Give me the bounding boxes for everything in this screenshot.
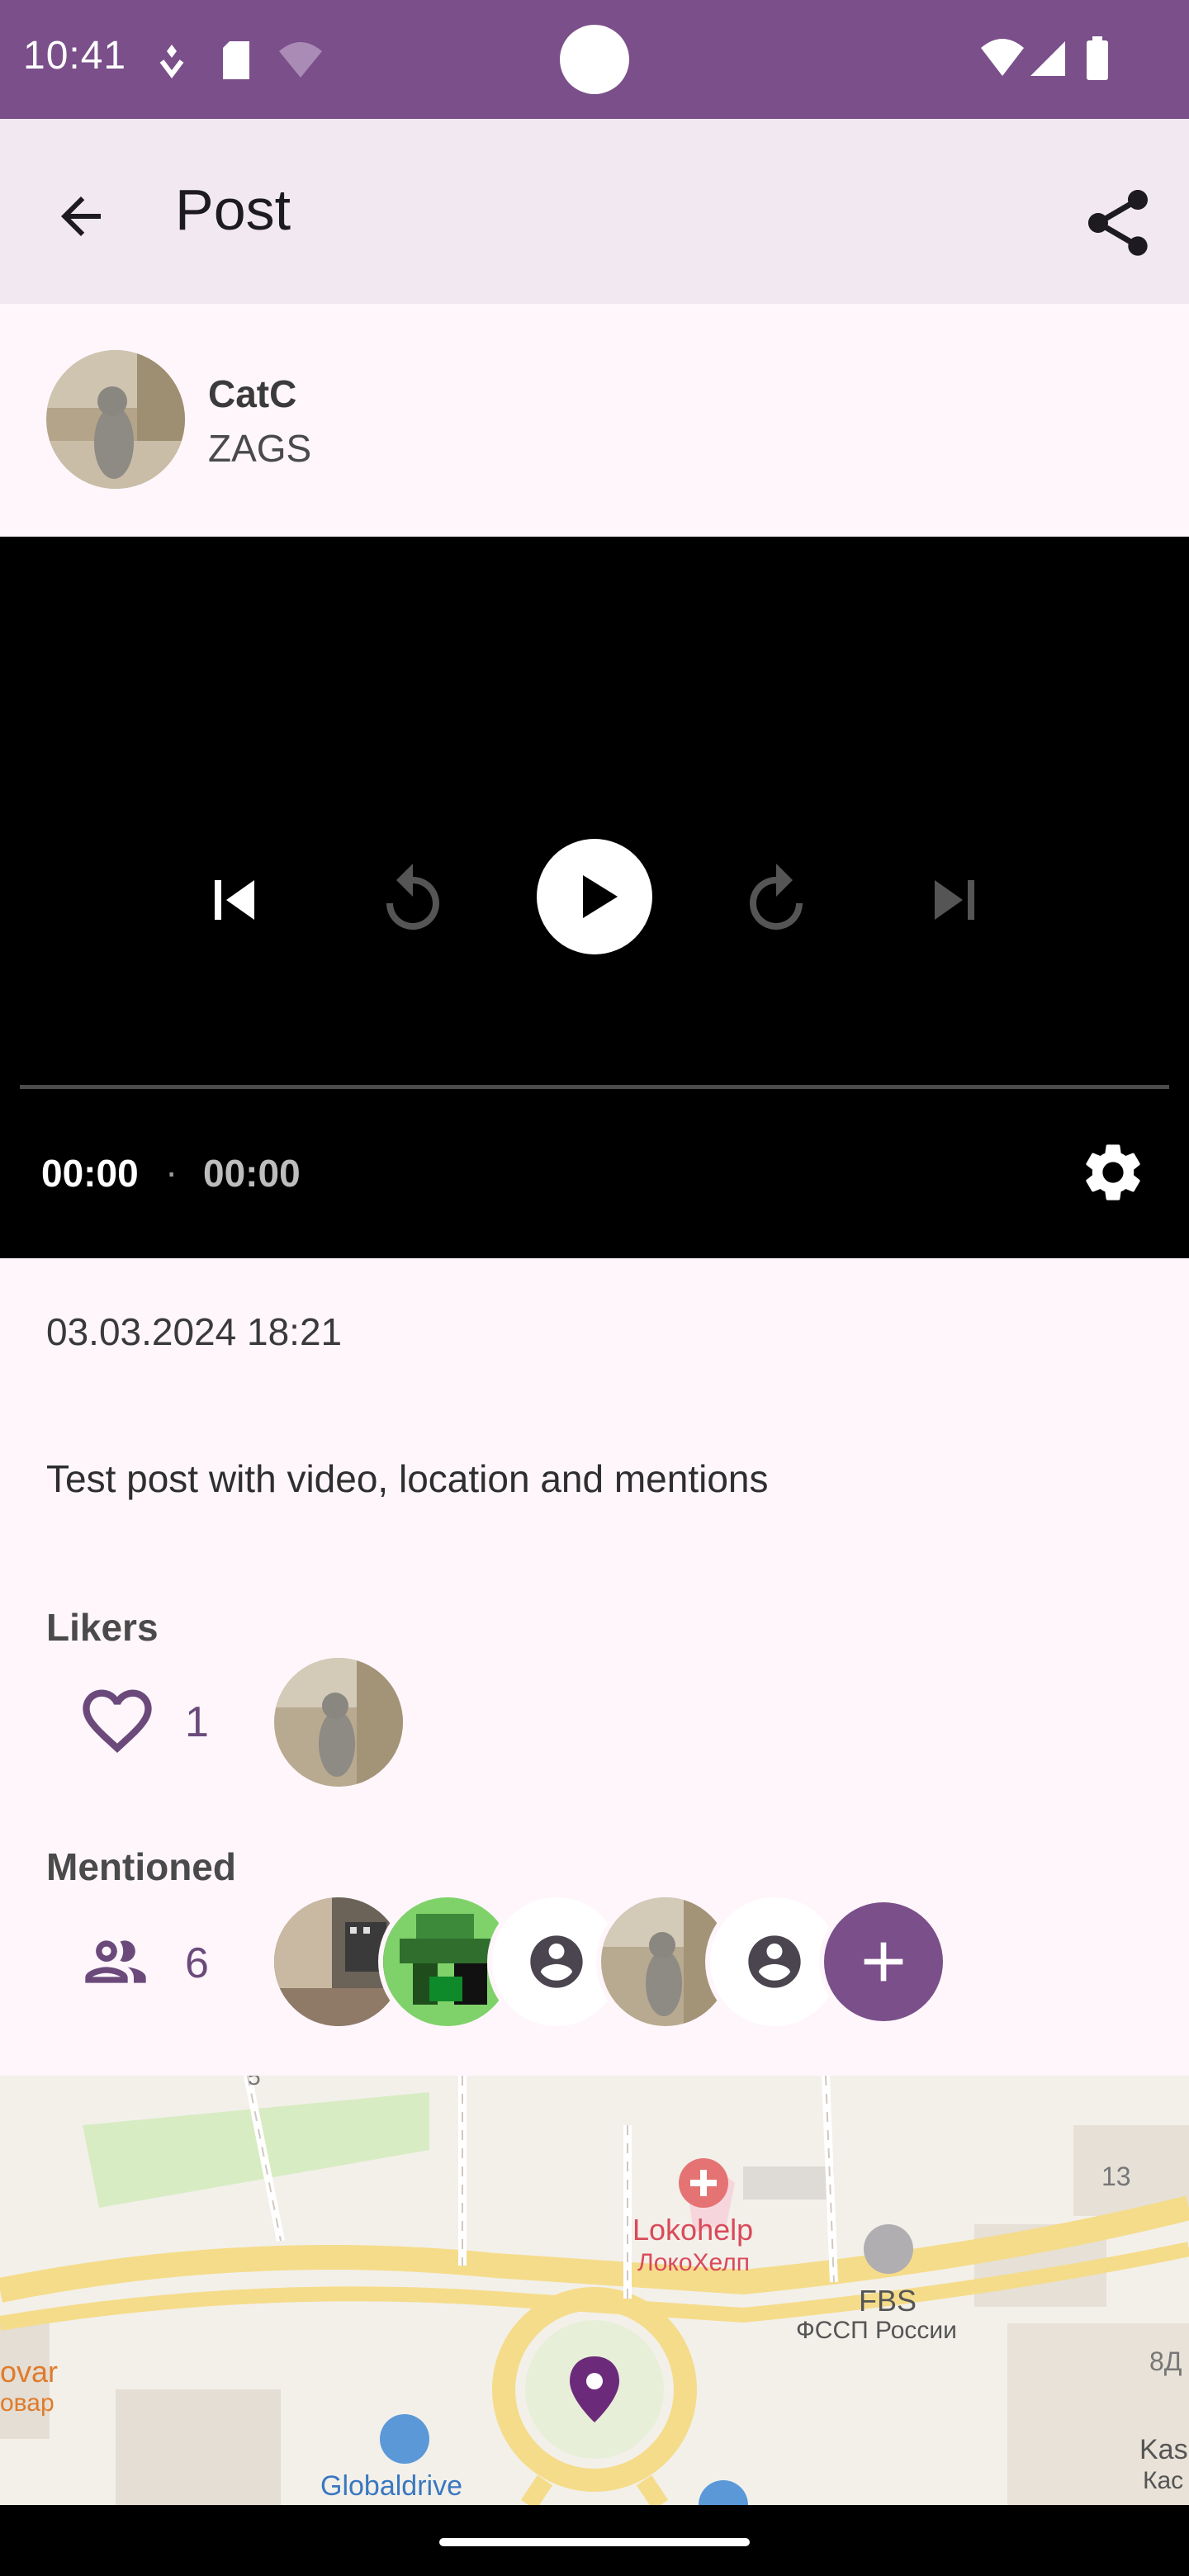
status-bar: 10:41 [0, 0, 1189, 119]
camera-cutout [560, 25, 629, 94]
map-label-lokohelp: Lokohelp [632, 2213, 754, 2247]
page-title: Post [175, 178, 291, 242]
skip-previous-icon[interactable] [195, 860, 274, 940]
author-subtitle: ZAGS [208, 427, 312, 470]
heart-icon[interactable] [73, 1679, 162, 1762]
fast-forward-icon [750, 864, 803, 930]
battery-icon [1087, 36, 1108, 80]
time-separator: · [165, 1150, 178, 1193]
mentioned-count: 6 [185, 1939, 209, 1987]
plus-icon [864, 1942, 903, 1982]
cell-signal-icon [1030, 41, 1065, 76]
map-label-fssp: ФССП России [796, 2317, 957, 2344]
play-button[interactable] [537, 839, 652, 954]
author-name[interactable]: CatC [208, 372, 296, 416]
post-date: 03.03.2024 18:21 [46, 1310, 343, 1353]
author-avatar[interactable] [46, 350, 185, 489]
add-mention-button[interactable] [824, 1902, 943, 2021]
location-map[interactable]: Lokohelp ЛокоХелп FBS ФССП России Global… [0, 2076, 1189, 2505]
group-icon [85, 1940, 146, 1983]
settings-gear-icon[interactable] [1078, 1138, 1148, 1207]
map-label-globaldrive: Globaldrive [320, 2470, 462, 2502]
home-gesture-handle[interactable] [439, 2538, 750, 2546]
account-circle-icon [530, 1935, 583, 1988]
map-label-ovar-ru: овар [0, 2389, 54, 2417]
status-time: 10:41 [23, 34, 127, 78]
wifi-icon [981, 39, 1024, 76]
likes-count: 1 [185, 1698, 209, 1746]
video-progress-bar[interactable] [20, 1085, 1169, 1089]
map-label-fbs: FBS [859, 2284, 917, 2318]
skip-next-icon [935, 880, 974, 920]
map-label-kas-ru: Кас [1143, 2467, 1184, 2494]
share-icon[interactable] [1078, 183, 1158, 263]
account-circle-icon [748, 1935, 801, 1988]
map-label-kas: Kas [1139, 2434, 1188, 2465]
map-label-8d: 8Д [1149, 2346, 1182, 2376]
location-status-icon [159, 45, 184, 78]
rewind-icon [386, 864, 439, 930]
map-label-ovar: ovar [0, 2355, 59, 2389]
likers-label: Likers [46, 1606, 159, 1649]
post-description: Test post with video, location and menti… [46, 1457, 769, 1500]
back-arrow-icon[interactable] [51, 187, 111, 246]
map-label-13: 13 [1101, 2162, 1131, 2191]
duration-time: 00:00 [203, 1152, 301, 1195]
wifi-unknown-icon [279, 42, 322, 78]
map-label-lokohelp-ru: ЛокоХелп [637, 2249, 750, 2276]
app-bar: Post [0, 119, 1189, 304]
map-label-5: 5 [248, 2076, 261, 2090]
sd-card-icon [223, 41, 249, 79]
map-canvas [0, 2076, 1189, 2505]
current-time: 00:00 [41, 1152, 139, 1195]
mentioned-avatar-placeholder[interactable] [710, 1897, 839, 2026]
mentioned-label: Mentioned [46, 1845, 236, 1888]
video-player[interactable] [0, 537, 1189, 1258]
liker-avatar[interactable] [274, 1658, 403, 1787]
